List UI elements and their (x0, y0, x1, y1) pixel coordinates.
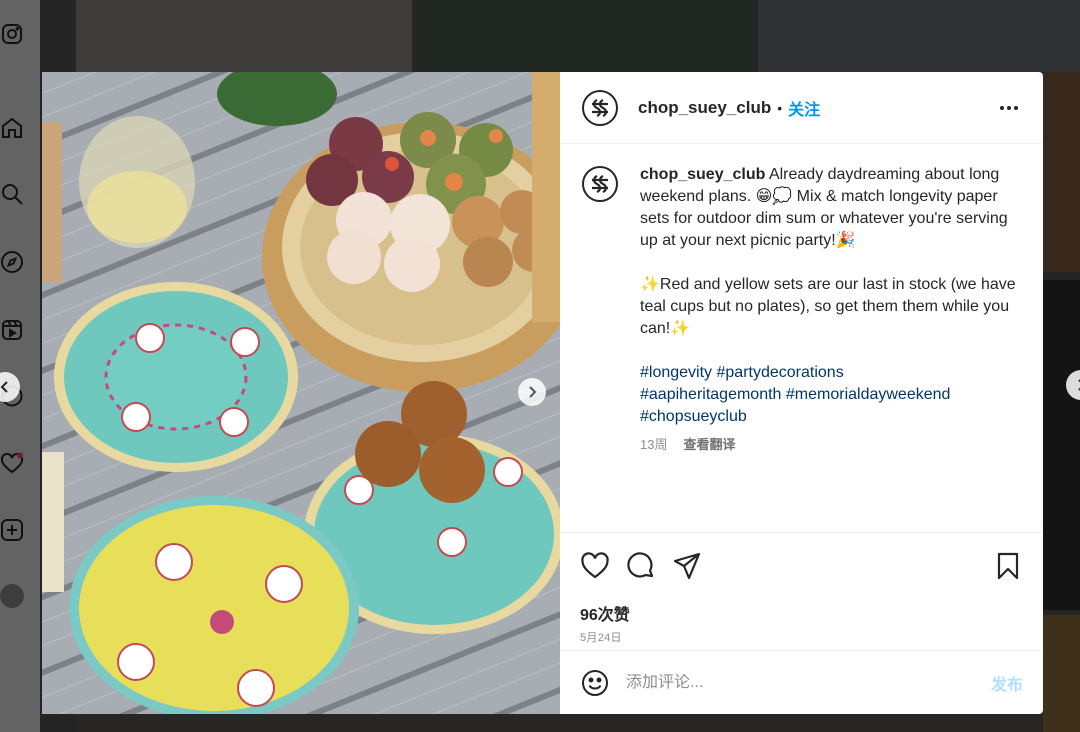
like-count[interactable]: 96次赞 (580, 601, 1023, 625)
comment-button[interactable] (626, 551, 656, 581)
chevron-left-icon (0, 381, 8, 393)
caption-body: chop_suey_club Already daydreaming about… (640, 164, 1017, 456)
post-actions: 96次赞 5月24日 (560, 532, 1043, 645)
hashtag-list: #longevity #partydecorations #aapiherita… (640, 362, 1017, 428)
save-button[interactable] (993, 551, 1023, 581)
hashtag-link[interactable]: #chopsueyclub (640, 408, 747, 425)
follow-button[interactable]: 关注 (788, 96, 820, 120)
caption-avatar[interactable] (582, 166, 618, 202)
action-bar (580, 551, 1023, 581)
hashtag-link[interactable]: #memorialdayweekend (786, 386, 951, 403)
share-button[interactable] (672, 551, 702, 581)
like-button[interactable] (580, 551, 610, 581)
dim-sum-photo-illustration (42, 72, 560, 714)
account-avatar[interactable] (582, 89, 618, 126)
more-options-button[interactable] (997, 96, 1021, 120)
hashtag-link[interactable]: #aapiheritagemonth (640, 386, 781, 403)
see-translation-button[interactable]: 查看翻译 (683, 434, 735, 456)
send-icon (673, 552, 701, 580)
caption-paragraph-2: ✨Red and yellow sets are our last in sto… (640, 276, 1016, 337)
caption-username[interactable]: chop_suey_club (640, 166, 765, 183)
post-username[interactable]: chop_suey_club (638, 98, 771, 118)
post-photo[interactable] (42, 72, 560, 714)
chop-suey-logo-icon (592, 98, 608, 117)
separator-dot: • (777, 99, 783, 116)
caption-paragraph-1: chop_suey_club Already daydreaming about… (640, 164, 1017, 252)
caption-meta: 13周 查看翻译 (640, 434, 1017, 456)
comment-icon (627, 552, 654, 578)
hashtag-link[interactable]: #longevity (640, 364, 712, 381)
carousel-next-button[interactable] (518, 378, 546, 406)
chevron-right-icon (1078, 379, 1080, 391)
post-age[interactable]: 13周 (640, 434, 667, 456)
post-header: chop_suey_club • 关注 (560, 72, 1043, 144)
comment-input[interactable] (626, 673, 991, 692)
post-caption: chop_suey_club Already daydreaming about… (582, 164, 1017, 456)
emoji-icon[interactable] (580, 668, 610, 698)
post-detail-panel: chop_suey_club • 关注 chop_suey_club Alrea… (560, 72, 1043, 714)
post-date[interactable]: 5月24日 (580, 629, 1023, 645)
comment-bar: 发布 (560, 650, 1043, 714)
bookmark-icon (997, 552, 1019, 580)
hashtag-link[interactable]: #partydecorations (717, 364, 844, 381)
chevron-right-icon (529, 386, 537, 398)
chop-suey-logo-icon (592, 175, 608, 193)
heart-icon (581, 552, 609, 579)
more-horizontal-icon (1000, 105, 1018, 110)
post-comment-button[interactable]: 发布 (991, 671, 1023, 695)
